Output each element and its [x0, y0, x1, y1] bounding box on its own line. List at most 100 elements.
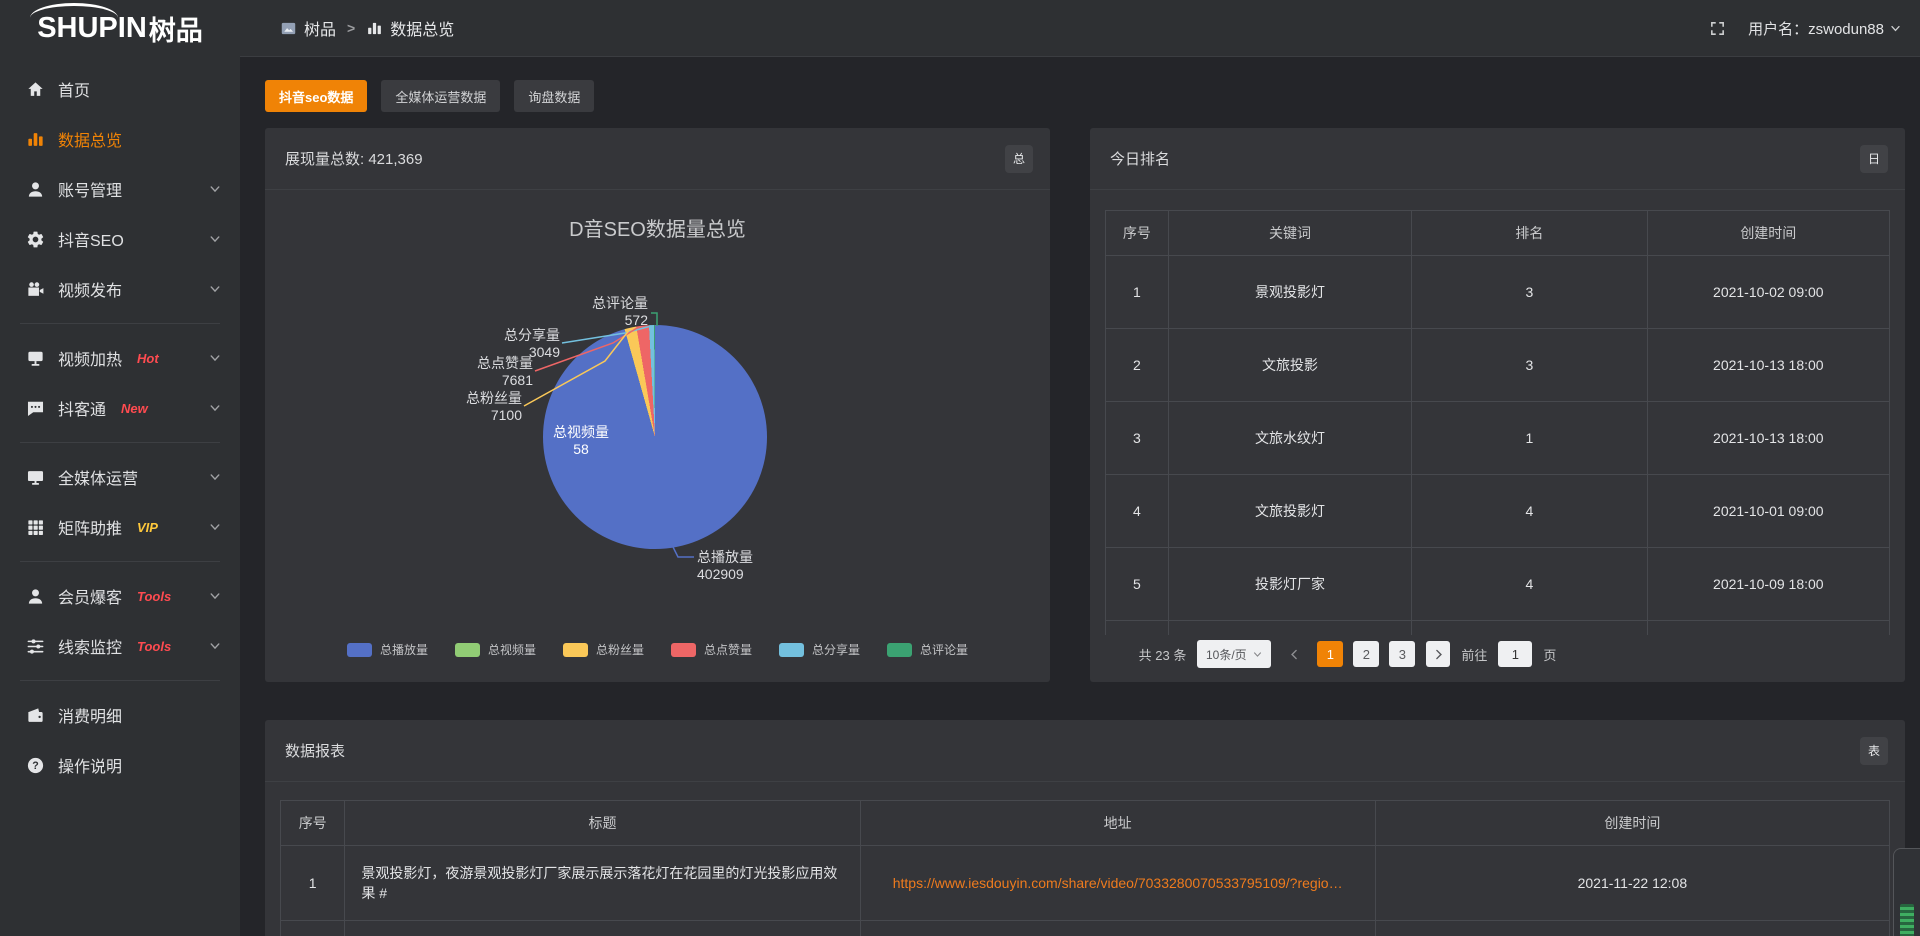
sidebar-item-badge: VIP	[137, 520, 158, 535]
sidebar-item-badge: Hot	[137, 351, 159, 366]
user-menu[interactable]: 用户名：zswodun88	[1748, 18, 1902, 39]
sidebar-item-douyin-seo[interactable]: 抖音SEO	[0, 214, 240, 264]
sidebar-item-operation-guide[interactable]: ? 操作说明	[0, 740, 240, 790]
page-size-value: 10条/页	[1206, 646, 1247, 663]
sidebar-item-label: 首页	[58, 77, 90, 101]
sidebar-item-account-manage[interactable]: 账号管理	[0, 164, 240, 214]
fullscreen-icon[interactable]	[1709, 20, 1726, 37]
page-size-select[interactable]: 10条/页	[1197, 640, 1271, 668]
sidebar-item-clue-monitor[interactable]: 线索监控Tools	[0, 621, 240, 671]
user-solid-icon	[26, 587, 45, 606]
sidebar-item-label: 数据总览	[58, 127, 122, 151]
legend-label: 总播放量	[380, 641, 428, 658]
sidebar-item-member-baoke[interactable]: 会员爆客 Tools	[0, 571, 240, 621]
day-badge-button[interactable]: 日	[1860, 145, 1888, 173]
table-header-cell: 创建时间	[1375, 800, 1890, 846]
pagination-total: 共 23 条	[1139, 645, 1187, 664]
ranking-card-header: 今日排名 日	[1090, 128, 1905, 190]
page-button-3[interactable]: 3	[1389, 641, 1415, 667]
table-row	[1105, 621, 1890, 635]
bar-chart-icon	[26, 130, 45, 149]
sidebar-item-badge: Tools	[137, 589, 171, 604]
report-card-header: 数据报表 表	[265, 720, 1905, 782]
ranking-title: 今日排名	[1110, 148, 1170, 169]
breadcrumb: 树品>数据总览	[280, 16, 454, 40]
breadcrumb-item[interactable]: 数据总览	[366, 16, 454, 40]
home-icon	[26, 80, 45, 99]
table-link-cell[interactable]	[860, 921, 1375, 936]
page-button-2[interactable]: 2	[1353, 641, 1379, 667]
app-logo: SHUPIN 树品	[0, 0, 240, 57]
total-badge-button[interactable]: 总	[1005, 145, 1033, 173]
legend-item[interactable]: 总视频量	[455, 641, 536, 658]
sidebar-item-label: 视频加热	[58, 346, 122, 370]
tab-2[interactable]: 询盘数据	[514, 80, 594, 112]
sidebar-item-video-heat[interactable]: 视频加热 Hot	[0, 333, 240, 383]
next-page-button[interactable]	[1426, 641, 1450, 667]
table-cell	[1411, 621, 1647, 635]
overview-card-header: 展现量总数: 421,369 总	[265, 128, 1050, 190]
sidebar-item-label: 会员爆客	[58, 584, 122, 608]
pie-label-fans: 总粉丝量7100	[466, 390, 522, 424]
chevron-down-icon	[1252, 649, 1263, 660]
table-cell: 2021-11-22 12:08	[1375, 846, 1890, 921]
sidebar-item-label: 操作说明	[58, 753, 122, 777]
chevron-down-icon	[208, 351, 222, 365]
sidebar-divider	[20, 323, 220, 324]
table-cell	[1168, 621, 1411, 635]
legend-item[interactable]: 总粉丝量	[563, 641, 644, 658]
legend-swatch	[779, 643, 804, 657]
sidebar-item-label: 抖客通	[58, 396, 106, 420]
legend-item[interactable]: 总播放量	[347, 641, 428, 658]
sidebar-item-douketong[interactable]: 抖客通 New	[0, 383, 240, 433]
sidebar-item-consume-detail[interactable]: 消费明细	[0, 690, 240, 740]
table-header-cell: 创建时间	[1647, 210, 1890, 256]
username-label: 用户名：zswodun88	[1748, 18, 1884, 39]
sidebar-item-badge: New	[121, 401, 148, 416]
ranking-card: 今日排名 日 序号关键词排名创建时间1景观投影灯32021-10-02 09:0…	[1090, 128, 1905, 682]
chart-title: D音SEO数据量总览	[265, 213, 1050, 242]
sidebar-divider	[20, 680, 220, 681]
tab-0[interactable]: 抖音seo数据	[265, 80, 367, 112]
page-button-1[interactable]: 1	[1317, 641, 1343, 667]
breadcrumb-item[interactable]: 树品	[280, 16, 336, 40]
chevron-right-icon	[1432, 648, 1445, 661]
prev-page-button[interactable]	[1282, 641, 1306, 667]
sidebar-item-label: 矩阵助推	[58, 515, 122, 539]
sidebar-item-matrix-boost[interactable]: 矩阵助推 VIP	[0, 502, 240, 552]
chart-legend: 总播放量总视频量总粉丝量总点赞量总分享量总评论量	[265, 641, 1050, 658]
sliders-icon	[26, 637, 45, 656]
goto-page-input[interactable]	[1498, 641, 1532, 667]
sidebar-item-home[interactable]: 首页	[0, 64, 240, 114]
table-header-cell: 关键词	[1168, 210, 1411, 256]
report-table: 序号标题地址创建时间1景观投影灯，夜游景观投影灯厂家展示展示落花灯在花园里的灯光…	[280, 800, 1890, 936]
legend-label: 总分享量	[812, 641, 860, 658]
pie-label-likes: 总点赞量7681	[477, 355, 533, 389]
data-tabs: 抖音seo数据全媒体运营数据询盘数据	[265, 80, 594, 112]
pie-label-videos: 总视频量58	[551, 424, 611, 458]
legend-item[interactable]: 总分享量	[779, 641, 860, 658]
chevron-left-icon	[1288, 648, 1301, 661]
table-cell: 4	[1105, 475, 1168, 548]
svg-text:?: ?	[32, 760, 39, 772]
sidebar-item-data-overview[interactable]: 数据总览	[0, 114, 240, 164]
question-icon: ?	[26, 756, 45, 775]
table-header-cell: 序号	[280, 800, 344, 846]
table-cell	[280, 921, 344, 936]
tab-1[interactable]: 全媒体运营数据	[381, 80, 500, 112]
sidebar-item-media-operation[interactable]: 全媒体运营	[0, 452, 240, 502]
chevron-down-icon	[1889, 22, 1902, 35]
main-content: 抖音seo数据全媒体运营数据询盘数据 展现量总数: 421,369 总 D音SE…	[240, 57, 1920, 936]
table-badge-button[interactable]: 表	[1860, 737, 1888, 765]
comment-icon	[26, 399, 45, 418]
breadcrumb-label: 树品	[304, 16, 336, 40]
legend-item[interactable]: 总点赞量	[671, 641, 752, 658]
table-cell	[1647, 621, 1890, 635]
table-link-cell[interactable]: https://www.iesdouyin.com/share/video/70…	[860, 846, 1375, 921]
sidebar-item-label: 视频发布	[58, 277, 122, 301]
sidebar: SHUPIN 树品 首页数据总览账号管理抖音SEO 视频发布视频加热 Hot 抖客通 N…	[0, 0, 240, 936]
sidebar-item-video-publish[interactable]: 视频发布	[0, 264, 240, 314]
table-cell: 文旅水纹灯	[1168, 402, 1411, 475]
table-cell: 4	[1411, 548, 1647, 621]
floating-widget[interactable]	[1893, 848, 1920, 936]
